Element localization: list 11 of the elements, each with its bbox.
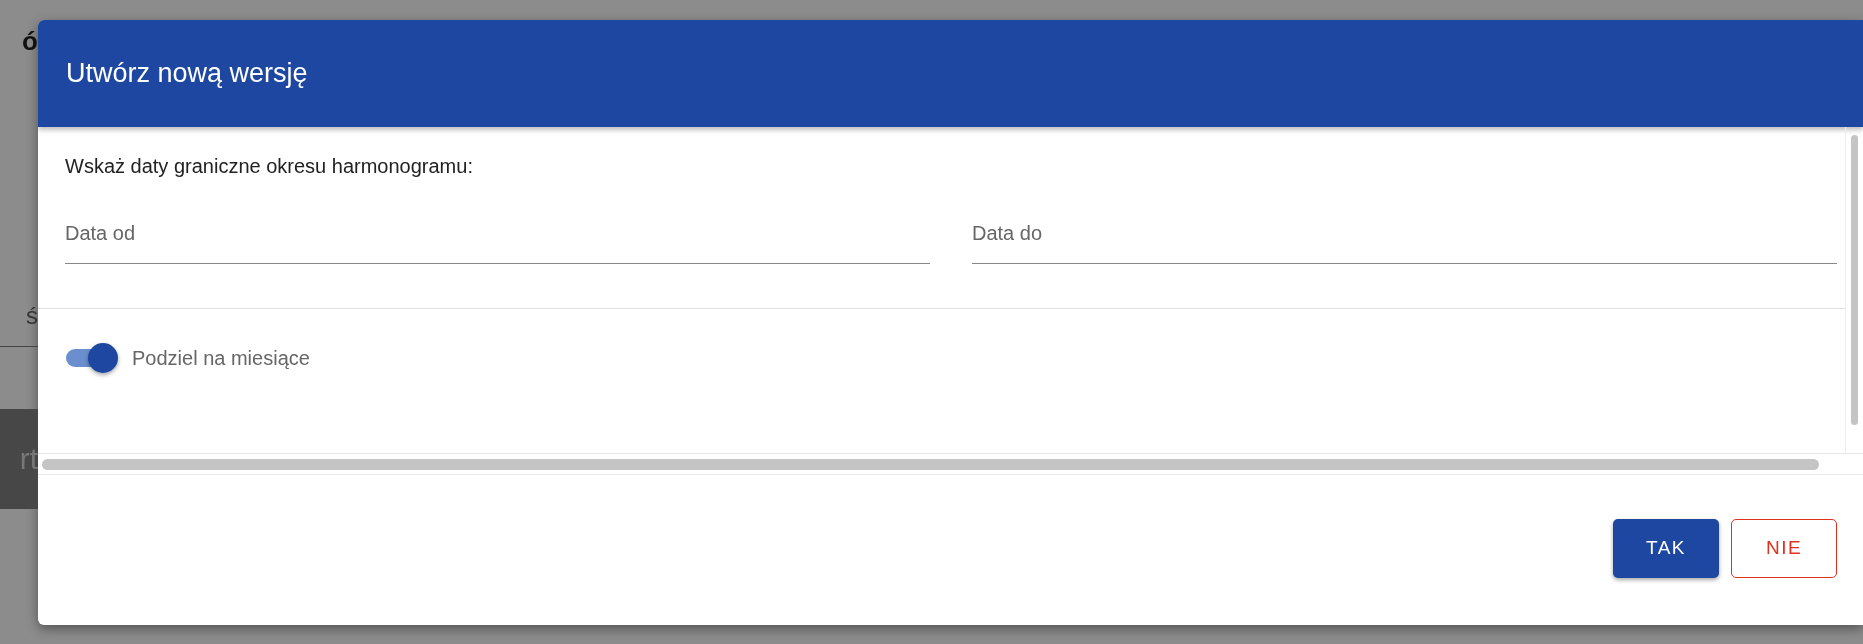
toggle-switch[interactable]	[66, 343, 118, 373]
toggle-label: Podziel na miesiące	[132, 346, 310, 370]
date-field[interactable]: Data do	[972, 211, 1837, 264]
background-text: ó	[21, 24, 38, 58]
cancel-button[interactable]: NIE	[1731, 518, 1837, 578]
date-field[interactable]: Data od	[65, 211, 930, 264]
confirm-button[interactable]: TAK	[1613, 518, 1719, 578]
instruction-text: Wskaż daty graniczne okresu harmonogramu:	[64, 154, 474, 179]
dialog-title: Utwórz nową wersję	[66, 58, 308, 89]
vertical-scrollbar[interactable]	[1851, 135, 1858, 425]
horizontal-scrollbar[interactable]	[42, 458, 1819, 470]
